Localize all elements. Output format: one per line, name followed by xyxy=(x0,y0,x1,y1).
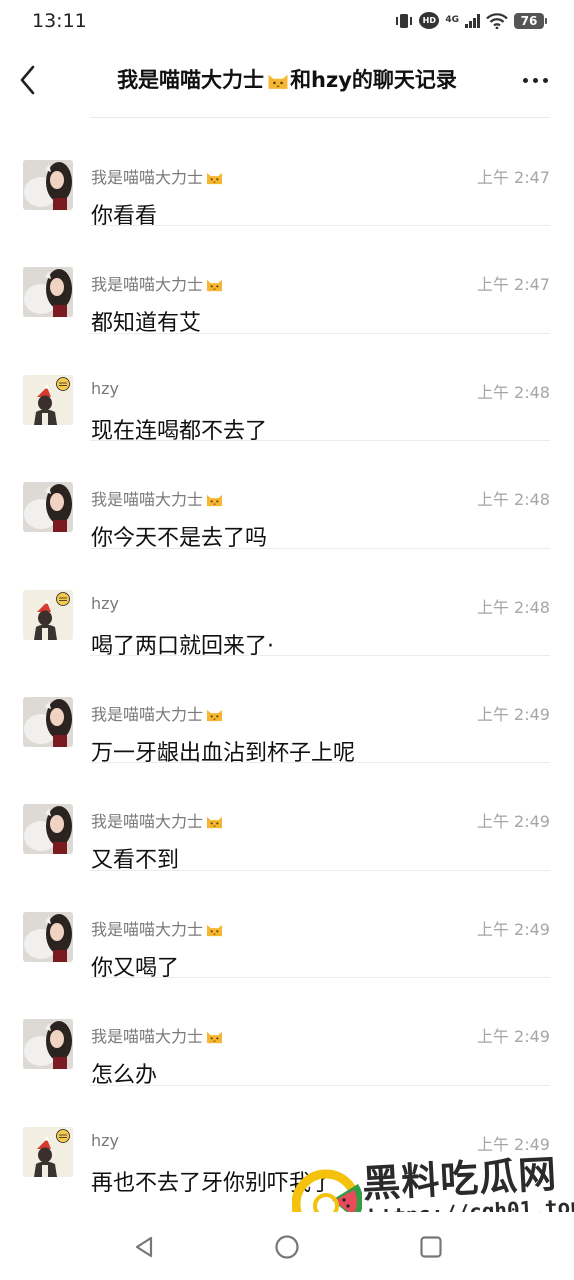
page-title-suffix: 和hzy的聊天记录 xyxy=(290,68,457,92)
message-time: 上午 2:49 xyxy=(476,704,550,724)
system-nav-bar xyxy=(0,1212,574,1280)
avatar[interactable] xyxy=(23,374,73,425)
message-item[interactable]: 我是喵喵大力士 上午 2:49 你又喝了 xyxy=(0,869,574,981)
avatar[interactable] xyxy=(23,1019,73,1070)
avatar[interactable] xyxy=(23,1126,73,1177)
divider xyxy=(90,654,550,656)
sender-name: 我是喵喵大力士 xyxy=(91,271,224,295)
cat-emoji-icon xyxy=(205,814,224,829)
avatar[interactable] xyxy=(23,804,73,855)
sender-name: 我是喵喵大力士 xyxy=(91,1023,224,1047)
avatar[interactable] xyxy=(23,482,73,533)
cat-emoji-icon xyxy=(205,922,224,937)
sender-name: 我是喵喵大力士 xyxy=(91,916,224,940)
divider xyxy=(90,869,550,871)
divider xyxy=(90,547,550,549)
vibrate-icon xyxy=(396,13,413,28)
page-title-prefix: 我是喵喵大力士 xyxy=(117,68,265,92)
sender-label: hzy xyxy=(91,378,120,398)
sender-label: 我是喵喵大力士 xyxy=(91,490,204,510)
divider xyxy=(90,440,550,442)
hd-badge: HD xyxy=(419,12,440,29)
message-time: 上午 2:47 xyxy=(476,168,550,187)
system-recents-button[interactable] xyxy=(416,1232,446,1262)
more-dot xyxy=(542,77,548,83)
message-time: 上午 2:48 xyxy=(476,490,550,510)
nav-bar: 我是喵喵大力士 和hzy的聊天记录 xyxy=(0,50,574,110)
avatar[interactable] xyxy=(23,267,73,318)
message-item[interactable]: 我是喵喵大力士 上午 2:49 怎么办 xyxy=(0,977,574,1088)
cat-emoji-icon xyxy=(205,170,224,185)
circle-home-icon xyxy=(275,1235,299,1259)
cat-emoji-icon xyxy=(205,1029,224,1044)
message-time: 上午 2:47 xyxy=(476,275,550,295)
network-label: 4G xyxy=(445,15,459,25)
sender-name: hzy xyxy=(91,594,119,613)
avatar[interactable] xyxy=(23,160,73,210)
cat-emoji-icon xyxy=(266,71,290,90)
page-title: 我是喵喵大力士 和hzy的聊天记录 xyxy=(64,64,510,94)
system-back-button[interactable] xyxy=(130,1232,160,1262)
sender-name: 我是喵喵大力士 xyxy=(91,486,224,510)
sender-label: 我是喵喵大力士 xyxy=(91,919,204,939)
sender-label: 我是喵喵大力士 xyxy=(91,1027,204,1047)
message-time: 上午 2:49 xyxy=(476,1027,550,1047)
more-dots-icon xyxy=(522,77,528,83)
message-item[interactable]: 我是喵喵大力士 上午 2:47 你看看 xyxy=(0,118,574,229)
message-time: 上午 2:49 xyxy=(476,919,550,939)
sender-label: 我是喵喵大力士 xyxy=(91,704,204,724)
status-time: 13:11 xyxy=(32,10,87,32)
message-time: 上午 2:49 xyxy=(476,812,550,832)
sender-label: 我是喵喵大力士 xyxy=(91,812,204,832)
sender-label: hzy xyxy=(91,1130,120,1150)
status-icons: HD 4G 76 xyxy=(395,12,547,29)
sender-name: hzy xyxy=(91,1131,119,1150)
sender-name: 我是喵喵大力士 xyxy=(91,701,224,725)
sender-name: 我是喵喵大力士 xyxy=(91,808,224,832)
sender-name: 我是喵喵大力士 xyxy=(91,164,224,188)
message-item[interactable]: 我是喵喵大力士 上午 2:48 你今天不是去了吗 xyxy=(0,440,574,551)
sender-name: hzy xyxy=(91,379,119,398)
divider xyxy=(90,225,550,227)
message-list[interactable]: 我是喵喵大力士 上午 2:47 你看看 我是喵喵大力士 上午 2:47 都知道有艾 hzy 上… xyxy=(0,118,574,1196)
divider xyxy=(90,332,550,334)
status-bar: 13:11 HD 4G 76 xyxy=(0,0,574,44)
sender-label: hzy xyxy=(91,593,120,613)
message-item[interactable]: hzy 上午 2:48 喝了两口就回来了· xyxy=(0,547,574,659)
system-home-button[interactable] xyxy=(272,1232,302,1262)
back-button[interactable] xyxy=(16,62,46,98)
sender-label: 我是喵喵大力士 xyxy=(91,275,204,295)
triangle-back-icon xyxy=(135,1236,153,1258)
cat-emoji-icon xyxy=(205,707,224,722)
cat-emoji-icon xyxy=(205,277,224,292)
message-item[interactable]: 我是喵喵大力士 上午 2:47 都知道有艾 xyxy=(0,225,574,336)
avatar[interactable] xyxy=(23,589,73,640)
chevron-left-icon xyxy=(20,65,35,95)
more-button[interactable] xyxy=(518,64,552,96)
square-recents-icon xyxy=(420,1236,442,1258)
cat-emoji-icon xyxy=(205,492,224,507)
divider xyxy=(90,762,550,764)
divider xyxy=(90,977,550,979)
battery-icon: 76 xyxy=(514,12,547,29)
avatar[interactable] xyxy=(23,911,73,962)
message-time: 上午 2:48 xyxy=(476,382,550,402)
signal-icon xyxy=(465,13,480,28)
more-dot xyxy=(532,77,538,83)
wifi-icon xyxy=(486,12,508,29)
avatar[interactable] xyxy=(23,696,73,747)
message-item[interactable]: hzy 上午 2:48 现在连喝都不去了 xyxy=(0,332,574,444)
sender-label: 我是喵喵大力士 xyxy=(91,168,204,187)
message-item[interactable]: 我是喵喵大力士 上午 2:49 万一牙龈出血沾到杯子上呢 xyxy=(0,654,574,766)
divider xyxy=(90,1084,550,1086)
message-item[interactable]: 我是喵喵大力士 上午 2:49 又看不到 xyxy=(0,762,574,873)
message-time: 上午 2:48 xyxy=(476,597,550,617)
